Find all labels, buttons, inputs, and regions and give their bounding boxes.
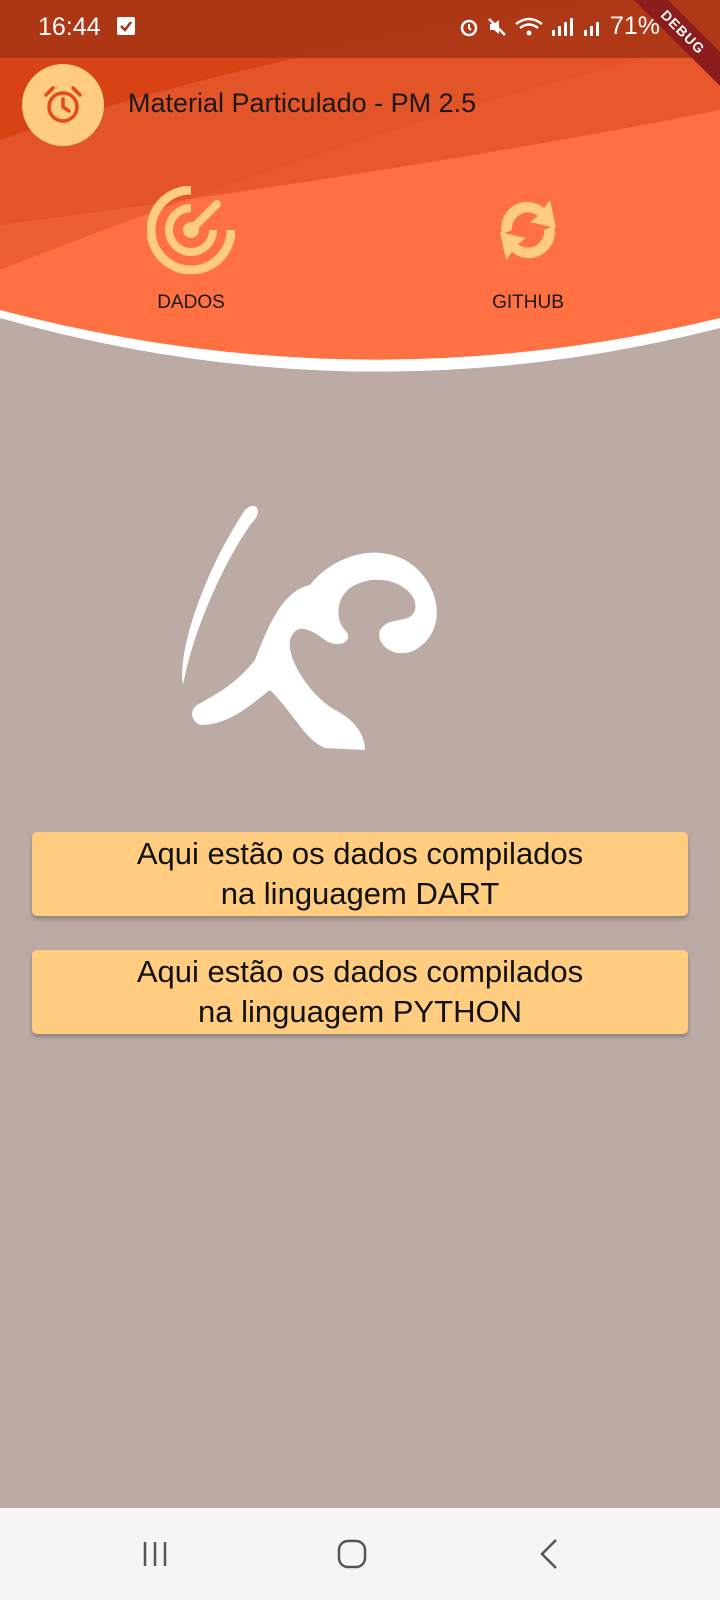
dart-button-line1: Aqui estão os dados compilados — [136, 836, 584, 871]
dart-button-line2: na linguagem DART — [220, 876, 500, 911]
mute-icon — [488, 17, 506, 36]
nav-item-github[interactable]: GITHUB — [438, 186, 618, 314]
nav-item-label: DADOS — [157, 292, 225, 313]
status-icons: 71% — [458, 12, 660, 41]
app-header: 16:44 71% DEBUG Material Particulado - P… — [0, 0, 720, 400]
dart-data-button[interactable]: Aqui estão os dados compilados na lingua… — [32, 832, 688, 916]
sync-icon — [500, 200, 556, 260]
status-time: 16:44 — [38, 13, 101, 41]
nav-item-dados[interactable]: DADOS — [101, 186, 281, 314]
alarm-icon — [460, 19, 478, 36]
python-button-line1: Aqui estão os dados compilados — [136, 954, 584, 989]
alarm-clock-icon — [44, 86, 82, 123]
python-data-button[interactable]: Aqui estão os dados compilados na lingua… — [32, 950, 688, 1034]
status-bar: 16:44 71% — [0, 0, 720, 58]
system-navigation-bar — [0, 1508, 720, 1600]
app-avatar[interactable] — [22, 64, 104, 146]
wifi-icon — [515, 17, 543, 35]
python-button-line2: na linguagem PYTHON — [198, 994, 522, 1029]
back-icon[interactable] — [530, 1536, 570, 1572]
app-title: Material Particulado - PM 2.5 — [128, 88, 477, 118]
recent-apps-icon[interactable] — [135, 1536, 175, 1572]
task-check-icon — [117, 17, 135, 35]
signal-2-icon — [583, 21, 599, 36]
signal-icon — [551, 17, 573, 36]
home-icon[interactable] — [332, 1536, 372, 1572]
radar-icon — [147, 186, 235, 274]
nav-item-label: GITHUB — [492, 292, 564, 313]
app-logo — [182, 505, 437, 750]
